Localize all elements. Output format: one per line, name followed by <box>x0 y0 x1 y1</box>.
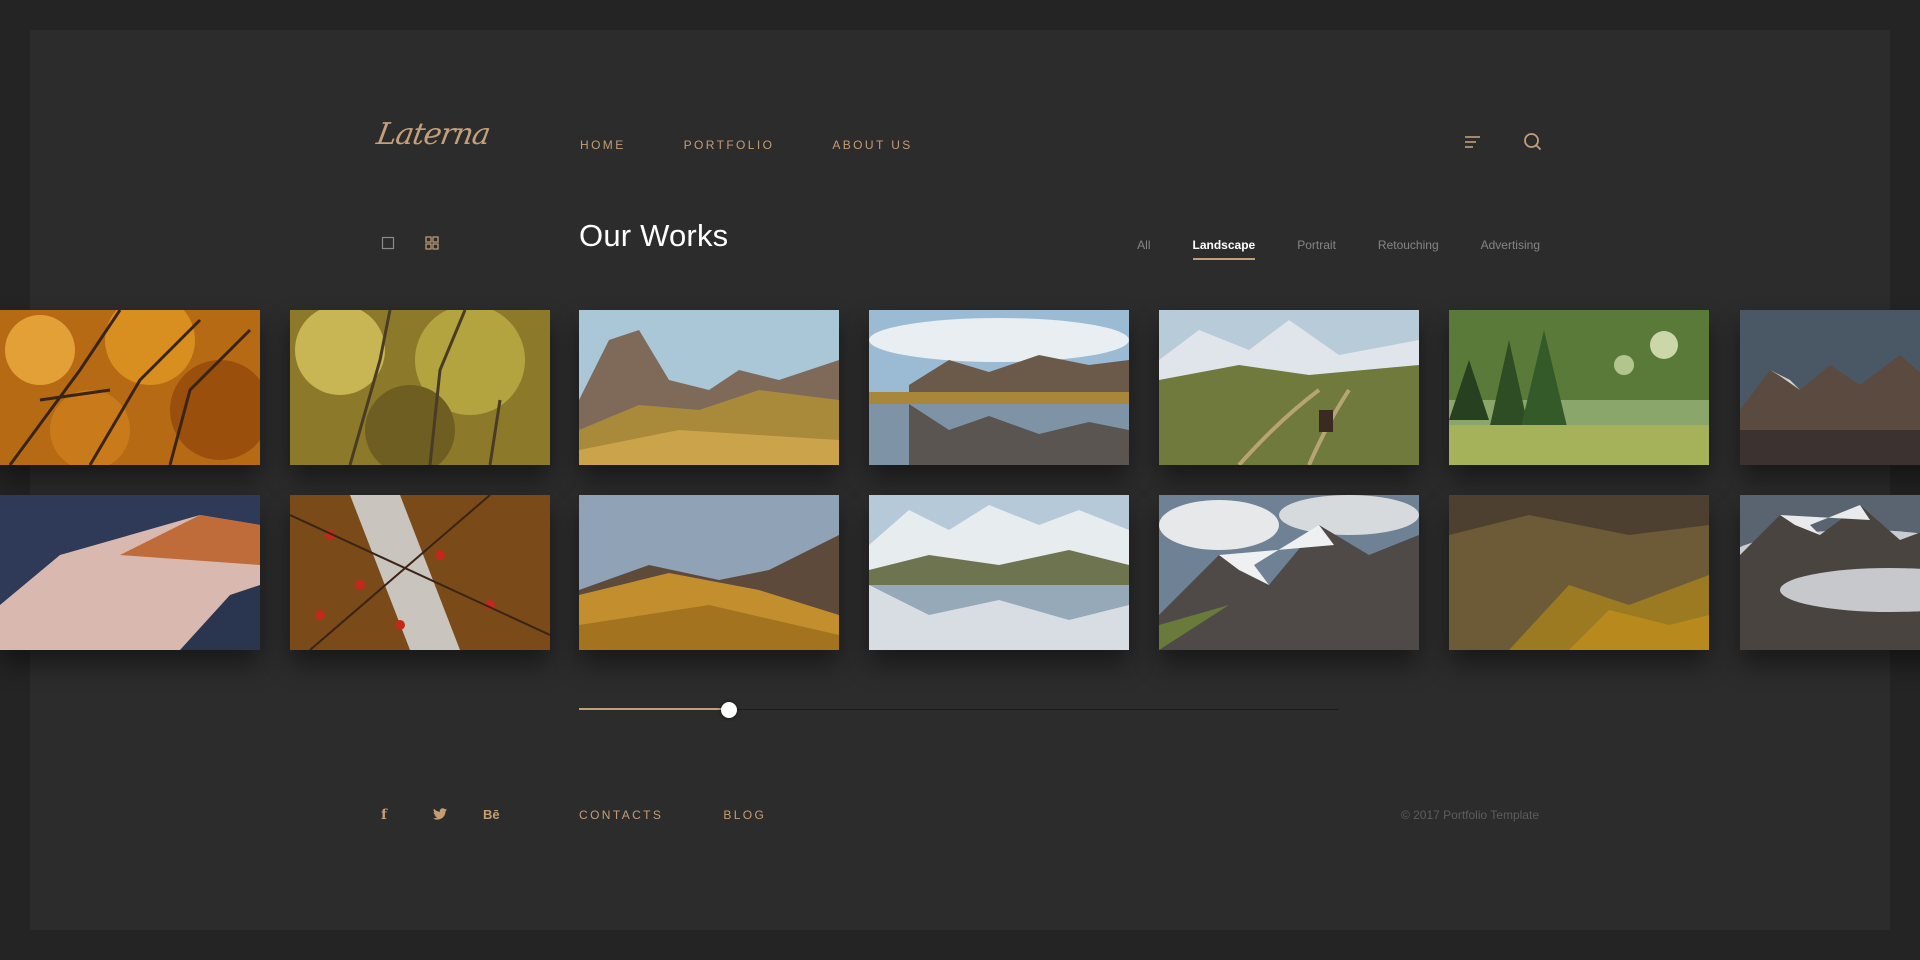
twitter-icon[interactable] <box>433 807 447 823</box>
page-title: Our Works <box>579 218 729 253</box>
copyright-text: © 2017 Portfolio Template <box>1400 808 1539 822</box>
gallery-image[interactable] <box>1740 495 1920 650</box>
filter-portrait[interactable]: Portrait <box>1297 238 1336 258</box>
filter-landscape[interactable]: Landscape <box>1192 238 1255 260</box>
gallery-image[interactable] <box>869 495 1129 650</box>
nav-portfolio[interactable]: PORTFOLIO <box>684 138 775 152</box>
gallery-image[interactable] <box>1449 310 1709 465</box>
gallery-image[interactable] <box>0 495 260 650</box>
nav-about-us[interactable]: ABOUT US <box>832 138 912 152</box>
gallery-image[interactable] <box>1159 310 1419 465</box>
gallery-image[interactable] <box>1740 310 1920 465</box>
gallery-image[interactable] <box>579 495 839 650</box>
logo-text: Laterna <box>374 117 493 152</box>
grid-view-icon[interactable] <box>424 235 440 251</box>
gallery-image[interactable] <box>1449 495 1709 650</box>
footer-contacts[interactable]: CONTACTS <box>579 808 663 822</box>
slider-handle[interactable] <box>721 702 737 718</box>
nav-home[interactable]: HOME <box>580 138 626 152</box>
search-icon[interactable] <box>1521 130 1545 154</box>
gallery-image[interactable] <box>1159 495 1419 650</box>
gallery-image[interactable] <box>290 495 550 650</box>
behance-icon[interactable]: Bē <box>483 807 500 822</box>
facebook-icon[interactable]: f <box>381 807 387 823</box>
gallery-image[interactable] <box>0 310 260 465</box>
single-view-icon[interactable] <box>380 235 396 251</box>
footer-nav: CONTACTS BLOG <box>579 808 826 822</box>
gallery-image[interactable] <box>579 310 839 465</box>
footer-blog[interactable]: BLOG <box>723 808 766 822</box>
gallery-slider[interactable] <box>579 702 1339 718</box>
page-frame <box>30 30 1890 930</box>
filter-retouching[interactable]: Retouching <box>1378 238 1439 258</box>
filter-advertising[interactable]: Advertising <box>1481 238 1540 258</box>
category-filters: All Landscape Portrait Retouching Advert… <box>1095 238 1540 260</box>
menu-icon[interactable] <box>1461 130 1485 154</box>
gallery-image[interactable] <box>869 310 1129 465</box>
slider-fill <box>579 708 729 710</box>
logo[interactable]: Laterna <box>374 110 497 160</box>
filter-all[interactable]: All <box>1137 238 1150 258</box>
gallery-image[interactable] <box>290 310 550 465</box>
main-nav: HOME PORTFOLIO ABOUT US <box>580 138 971 152</box>
